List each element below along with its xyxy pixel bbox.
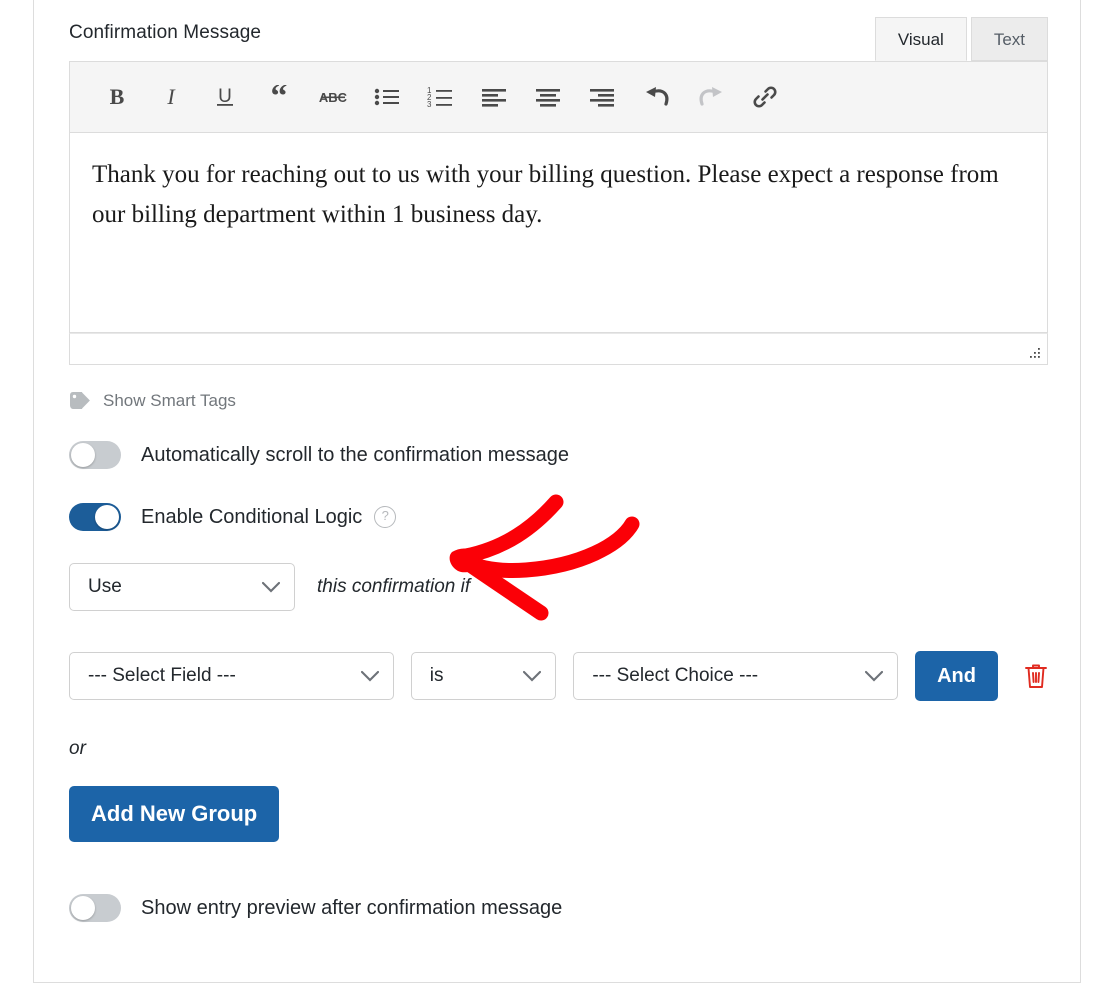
rule-choice-value: --- Select Choice --- [592,665,759,686]
toggle-knob [71,443,95,467]
svg-text:I: I [166,85,176,109]
rule-operator-value: is [429,665,444,686]
tag-icon [70,391,92,410]
align-right-icon[interactable] [576,73,630,121]
rule-choice-select[interactable]: --- Select Choice --- [573,652,899,700]
bulleted-list-icon[interactable] [360,73,414,121]
resize-handle-icon[interactable] [1028,346,1042,360]
wysiwyg-editor: Visual Text B I U “ ABC 1 2 3 Thank you … [69,17,1048,365]
underline-icon[interactable]: U [198,73,252,121]
auto-scroll-toggle[interactable] [69,441,121,469]
delete-rule-button[interactable] [1023,662,1049,690]
editor-statusbar [69,333,1048,365]
conditional-use-select[interactable]: Use [69,563,295,611]
svg-text:U: U [218,86,232,107]
align-center-icon[interactable] [522,73,576,121]
entry-preview-label: Show entry preview after confirmation me… [141,896,563,919]
enable-conditional-logic-label: Enable Conditional Logic [141,505,363,528]
rule-field-select[interactable]: --- Select Field --- [69,652,394,700]
chevron-down-icon [360,670,379,682]
add-new-group-button[interactable]: Add New Group [69,786,280,842]
question-mark-icon[interactable]: ? [374,506,397,528]
confirmation-message-text: Thank you for reaching out to us with yo… [92,161,999,228]
add-and-condition-button[interactable]: And [915,651,998,701]
strikethrough-icon[interactable]: ABC [306,73,360,121]
conditional-use-value: Use [88,576,122,597]
svg-text:B: B [110,85,125,109]
auto-scroll-row: Automatically scroll to the confirmation… [69,441,1049,469]
conditional-hint-text: this confirmation if [317,576,471,597]
numbered-list-icon[interactable]: 1 2 3 [414,73,468,121]
svg-text:3: 3 [427,100,432,108]
svg-text:“: “ [271,85,288,109]
conditional-or-label: or [69,738,86,759]
redo-icon[interactable] [684,73,738,121]
settings-panel: Confirmation Message Visual Text B I U “… [33,0,1081,983]
trash-icon [1025,664,1047,688]
editor-mode-tabs: Visual Text [874,15,1048,61]
tab-text[interactable]: Text [970,17,1048,61]
toggle-knob [95,505,119,529]
conditional-rule-row: --- Select Field --- is --- Select Choic… [69,651,1049,701]
conditional-logic-row: Enable Conditional Logic ? [69,503,1049,531]
undo-icon[interactable] [630,73,684,121]
show-smart-tags-button[interactable]: Show Smart Tags [69,391,236,411]
enable-conditional-logic-toggle[interactable] [69,503,121,531]
bold-icon[interactable]: B [90,73,144,121]
rule-operator-select[interactable]: is [410,652,557,700]
entry-preview-toggle[interactable] [69,894,121,922]
chevron-down-icon [865,670,884,682]
conditional-use-row: Use this confirmation if [69,563,1049,611]
editor-content-area[interactable]: Thank you for reaching out to us with yo… [69,133,1048,333]
entry-preview-row: Show entry preview after confirmation me… [69,894,1049,922]
align-left-icon[interactable] [468,73,522,121]
link-icon[interactable] [738,73,792,121]
blockquote-icon[interactable]: “ [252,73,306,121]
editor-toolbar: B I U “ ABC 1 2 3 [69,61,1048,133]
tab-visual[interactable]: Visual [874,17,967,61]
auto-scroll-label: Automatically scroll to the confirmation… [141,443,569,466]
toggle-knob [71,896,95,920]
italic-icon[interactable]: I [144,73,198,121]
show-smart-tags-label: Show Smart Tags [103,391,236,410]
chevron-down-icon [262,581,280,593]
rule-field-value: --- Select Field --- [88,665,236,686]
chevron-down-icon [523,670,542,682]
